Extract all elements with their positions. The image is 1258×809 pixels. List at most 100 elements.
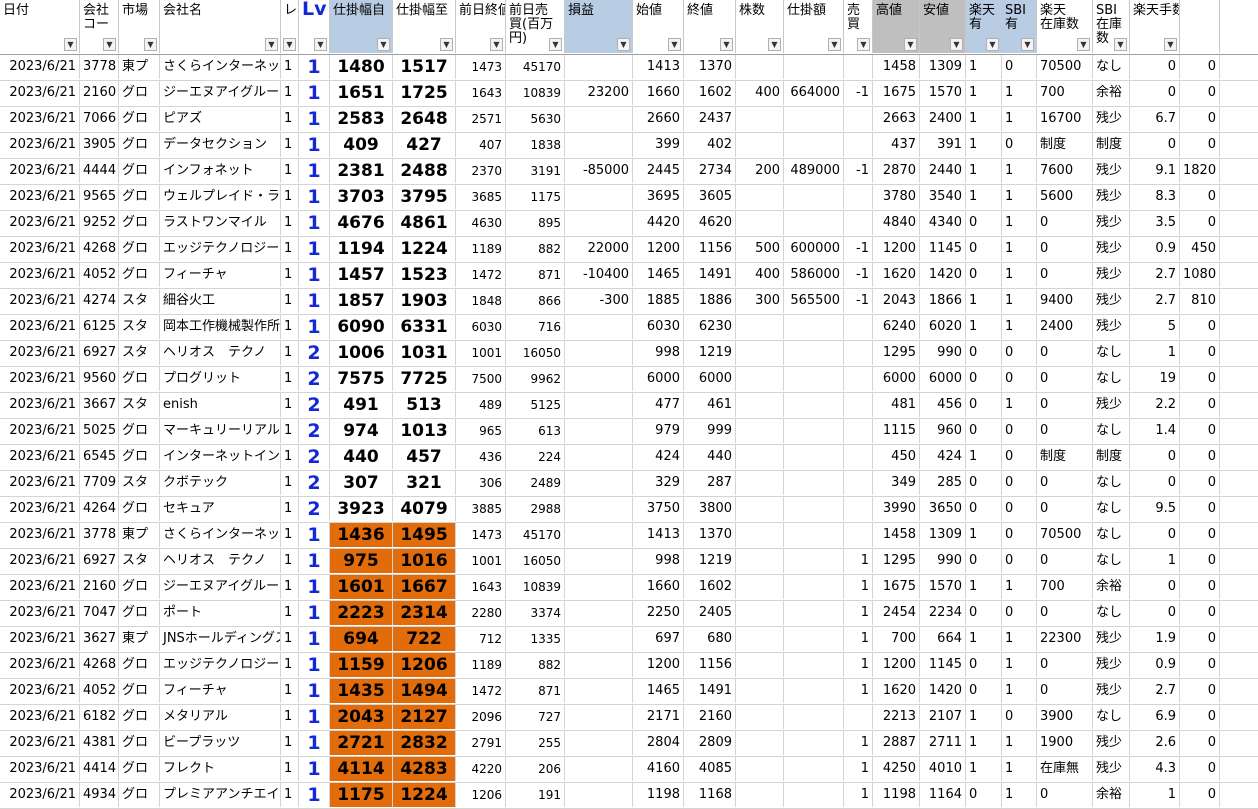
cell-range-to[interactable]: 7725 [393,367,456,391]
header-range-to[interactable]: 仕掛幅至 ▼ [393,0,456,53]
cell-range-from[interactable]: 1480 [330,55,393,79]
cell-high[interactable]: 1620 [873,263,920,287]
cell-rakuten-stock[interactable]: 22300 [1037,627,1093,651]
cell-open[interactable]: 1198 [633,783,684,807]
cell-prev-volume[interactable]: 871 [506,263,565,287]
cell-extra[interactable]: 810 [1180,289,1220,313]
cell-close[interactable]: 1156 [684,237,736,261]
cell-re[interactable]: 1 [281,263,299,287]
cell-prev-volume[interactable]: 1175 [506,185,565,209]
cell-range-from[interactable]: 974 [330,419,393,443]
cell-lv[interactable]: 1 [299,783,330,807]
cell-open[interactable]: 4160 [633,757,684,781]
cell-rakuten-stock[interactable]: 制度 [1037,445,1093,469]
cell-close[interactable]: 2160 [684,705,736,729]
cell-rakuten-stock[interactable]: 0 [1037,497,1093,521]
cell-sbi-avail[interactable]: 0 [1002,549,1037,573]
cell-low[interactable]: 3540 [920,185,966,209]
cell-sbi-stock[interactable]: 残少 [1093,237,1130,261]
cell-rakuten-stock[interactable]: 700 [1037,81,1093,105]
cell-close[interactable]: 461 [684,393,736,417]
cell-sbi-avail[interactable]: 1 [1002,81,1037,105]
cell-rakuten-avail[interactable]: 1 [966,289,1002,313]
cell-shares[interactable] [736,627,784,651]
cell-rakuten-avail[interactable]: 0 [966,601,1002,625]
cell-rakuten-fee[interactable]: 8.3 [1130,185,1180,209]
cell-sbi-avail[interactable]: 0 [1002,497,1037,521]
cell-company-name[interactable]: ジーエヌアイグループ [160,81,281,105]
cell-range-to[interactable]: 1224 [393,783,456,807]
cell-rakuten-stock[interactable]: 2400 [1037,315,1093,339]
cell-date[interactable]: 2023/6/21 [0,211,80,235]
cell-company-code[interactable]: 4052 [80,679,119,703]
cell-re[interactable]: 1 [281,705,299,729]
cell-rakuten-stock[interactable]: 0 [1037,549,1093,573]
cell-re[interactable]: 1 [281,757,299,781]
cell-position-amount[interactable] [784,601,844,625]
cell-company-name[interactable]: セキュア [160,497,281,521]
cell-date[interactable]: 2023/6/21 [0,159,80,183]
cell-prev-volume[interactable]: 882 [506,653,565,677]
cell-profit-loss[interactable] [565,757,633,781]
cell-company-name[interactable]: データセクション [160,133,281,157]
cell-date[interactable]: 2023/6/21 [0,107,80,131]
cell-market[interactable]: グロ [119,679,160,703]
cell-prev-volume[interactable]: 10839 [506,575,565,599]
cell-lv[interactable]: 1 [299,81,330,105]
cell-low[interactable]: 1309 [920,523,966,547]
cell-company-code[interactable]: 9252 [80,211,119,235]
cell-rakuten-stock[interactable]: 0 [1037,237,1093,261]
cell-market[interactable]: グロ [119,237,160,261]
cell-rakuten-fee[interactable]: 1.9 [1130,627,1180,651]
cell-profit-loss[interactable] [565,133,633,157]
header-company-code[interactable]: 会社 コー ▼ [80,0,119,53]
cell-extra[interactable]: 0 [1180,367,1220,391]
cell-sbi-avail[interactable]: 1 [1002,263,1037,287]
cell-range-from[interactable]: 2223 [330,601,393,625]
cell-re[interactable]: 1 [281,185,299,209]
cell-lv[interactable]: 2 [299,341,330,365]
cell-company-name[interactable]: インフォネット [160,159,281,183]
cell-rakuten-avail[interactable]: 0 [966,211,1002,235]
cell-position-amount[interactable]: 586000 [784,263,844,287]
cell-shares[interactable] [736,653,784,677]
cell-prev-volume[interactable]: 224 [506,445,565,469]
cell-extra[interactable]: 0 [1180,445,1220,469]
cell-close[interactable]: 2405 [684,601,736,625]
cell-position-amount[interactable]: 600000 [784,237,844,261]
cell-high[interactable]: 2454 [873,601,920,625]
cell-close[interactable]: 2734 [684,159,736,183]
cell-company-code[interactable]: 7047 [80,601,119,625]
cell-high[interactable]: 450 [873,445,920,469]
cell-sbi-stock[interactable]: 余裕 [1093,575,1130,599]
cell-company-code[interactable]: 4414 [80,757,119,781]
cell-position-amount[interactable] [784,679,844,703]
cell-prev-volume[interactable]: 255 [506,731,565,755]
cell-prev-close[interactable]: 2791 [456,731,506,755]
cell-company-name[interactable]: さくらインターネット [160,523,281,547]
cell-re[interactable]: 1 [281,445,299,469]
cell-date[interactable]: 2023/6/21 [0,757,80,781]
cell-extra[interactable]: 0 [1180,497,1220,521]
cell-re[interactable]: 1 [281,471,299,495]
cell-position-amount[interactable] [784,393,844,417]
cell-rakuten-fee[interactable]: 0.9 [1130,653,1180,677]
cell-range-to[interactable]: 1016 [393,549,456,573]
cell-shares[interactable]: 300 [736,289,784,313]
cell-company-code[interactable]: 4381 [80,731,119,755]
cell-rakuten-avail[interactable]: 0 [966,497,1002,521]
cell-position-amount[interactable] [784,575,844,599]
filter-dropdown-icon[interactable]: ▼ [950,38,963,51]
cell-range-to[interactable]: 4861 [393,211,456,235]
cell-rakuten-stock[interactable]: 0 [1037,679,1093,703]
cell-company-code[interactable]: 7066 [80,107,119,131]
cell-prev-close[interactable]: 1189 [456,653,506,677]
cell-prev-close[interactable]: 7500 [456,367,506,391]
cell-prev-volume[interactable]: 9962 [506,367,565,391]
cell-company-name[interactable]: ヘリオス テクノ ホールディング [160,549,281,573]
filter-dropdown-icon[interactable]: ▼ [440,38,453,51]
cell-buy-sell[interactable] [844,55,873,79]
cell-position-amount[interactable] [784,133,844,157]
cell-sbi-stock[interactable]: 残少 [1093,393,1130,417]
cell-prev-volume[interactable]: 871 [506,679,565,703]
